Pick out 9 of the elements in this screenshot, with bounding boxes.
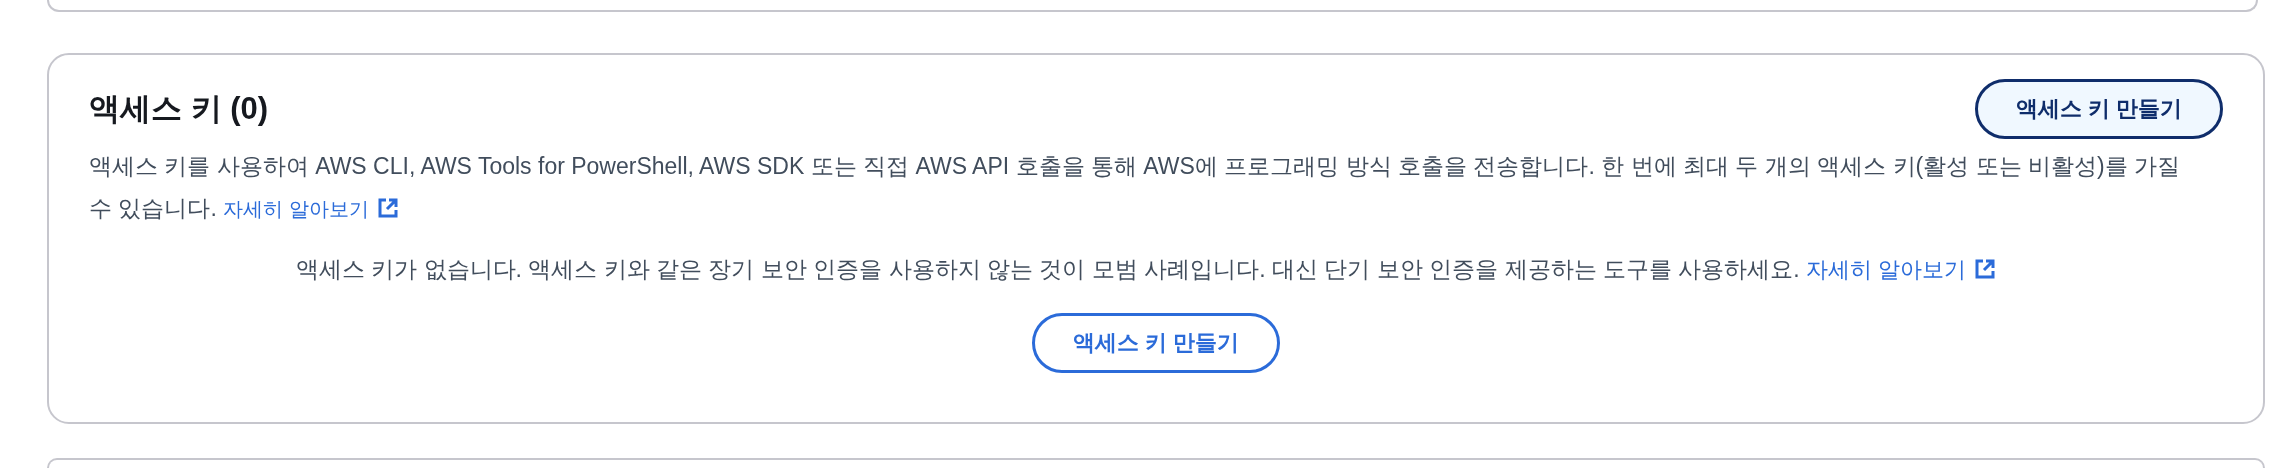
create-access-key-button[interactable]: 액세스 키 만들기 [1974, 79, 2223, 139]
section-title: 액세스 키 (0) [89, 90, 269, 128]
empty-state-message: 액세스 키가 없습니다. 액세스 키와 같은 장기 보안 인증을 사용하지 않는 것이 모범 사례입니다. 대신 단기 보안 인증을 제공하는 도구를 사용하세요. 자세히 알아보기 [295, 248, 2017, 291]
external-link-icon [1974, 258, 1997, 280]
external-link-icon [376, 197, 399, 219]
description-text: 액세스 키를 사용하여 AWS CLI, AWS Tools for PowerShell, AWS SDK 또는 직접 AWS API 호출을 통해 AWS에 프로그래밍 방식 호출을 전송합니다. 한 번에 최대 두 개의 액세스 키(활성 또는 비활성)를 가질 수 있습니다. 자세히 알아보기 [89, 152, 2182, 223]
learn-more-link[interactable]: 자세히 알아보기 [1806, 257, 1967, 282]
create-access-key-button[interactable]: 액세스 키 만들기 [1031, 313, 1281, 373]
learn-more-link[interactable]: 자세히 알아보기 [223, 198, 369, 220]
